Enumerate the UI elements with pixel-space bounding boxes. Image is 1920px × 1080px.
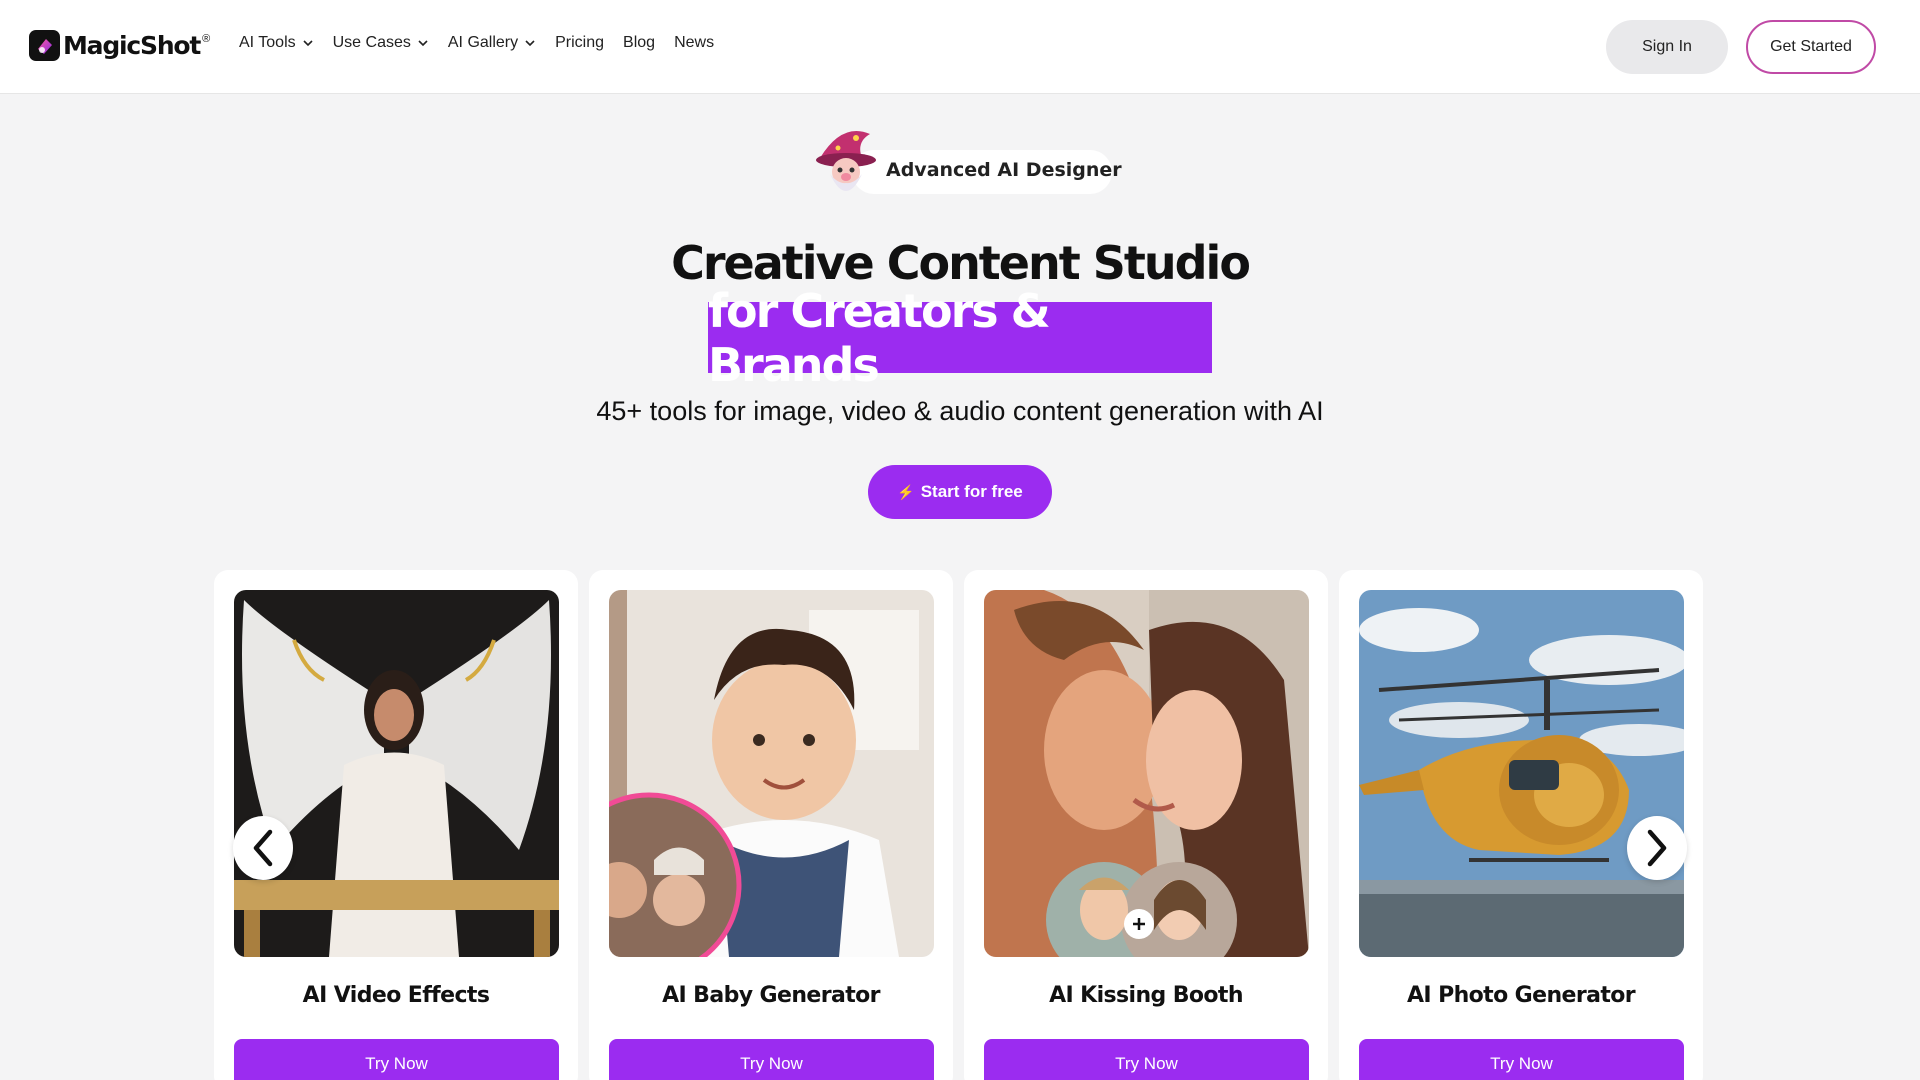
hero-highlight: for Creators & Brands [708,284,1212,392]
carousel-prev-button[interactable] [233,816,293,880]
card-image [234,590,559,957]
chevron-left-icon [253,829,273,867]
lion-helicopter-image [1359,590,1684,957]
nav-news[interactable]: News [674,34,714,52]
get-started-button[interactable]: Get Started [1746,20,1876,74]
start-for-free-button[interactable]: ⚡ Start for free [868,465,1052,519]
hero-title: Creative Content Studio [671,236,1251,290]
wizard-avatar-icon [816,131,876,191]
logo-text: MagicShot [63,31,201,60]
nav-pricing[interactable]: Pricing [555,34,604,52]
couple-image [984,590,1309,957]
nav-label: News [674,34,715,51]
chevron-right-icon [1647,829,1667,867]
nav-label: Blog [623,34,656,51]
nav-blog[interactable]: Blog [623,34,655,52]
nav-label: Pricing [555,34,605,51]
chevron-down-icon [525,40,535,47]
start-for-free-label: Start for free [920,482,1023,501]
registered-mark: ® [202,32,211,45]
bolt-icon: ⚡ [897,483,915,500]
card-title: AI Video Effects [302,983,490,1008]
baby-image [609,590,934,957]
card-title: AI Kissing Booth [1049,983,1243,1008]
hero-subtitle: 45+ tools for image, video & audio conte… [596,396,1324,426]
try-now-button[interactable]: Try Now [609,1039,934,1080]
tool-card-kissing-booth[interactable]: AI Kissing Booth Try Now [964,570,1328,1080]
nav-use-cases[interactable]: Use Cases [333,34,429,52]
nav-label: AI Tools [239,34,296,51]
hero-badge: Advanced AI Designer [812,131,1122,196]
card-image [1359,590,1684,957]
tool-card-baby-generator[interactable]: AI Baby Generator Try Now [589,570,953,1080]
nav-label: Use Cases [332,34,411,51]
card-title: AI Photo Generator [1407,983,1636,1008]
chevron-down-icon [418,40,428,47]
nav-ai-tools[interactable]: AI Tools [239,34,314,52]
try-now-button[interactable]: Try Now [984,1039,1309,1080]
main-nav: AI Tools Use Cases AI Gallery Pricing Bl… [239,34,733,52]
logo-mark-icon [29,30,60,61]
card-title: AI Baby Generator [662,983,880,1008]
top-navbar: MagicShot ® AI Tools Use Cases AI Galler… [0,0,1920,94]
card-image [984,590,1309,957]
try-now-button[interactable]: Try Now [1359,1039,1684,1080]
angel-wings-image [234,590,559,957]
badge-label: Advanced AI Designer [886,159,1122,181]
try-now-button[interactable]: Try Now [234,1039,559,1080]
nav-label: AI Gallery [447,34,519,51]
sign-in-button[interactable]: Sign In [1606,20,1728,74]
card-image [609,590,934,957]
nav-ai-gallery[interactable]: AI Gallery [448,34,536,52]
chevron-down-icon [303,40,313,47]
carousel-next-button[interactable] [1627,816,1687,880]
magicshot-logo[interactable]: MagicShot ® [29,30,210,61]
